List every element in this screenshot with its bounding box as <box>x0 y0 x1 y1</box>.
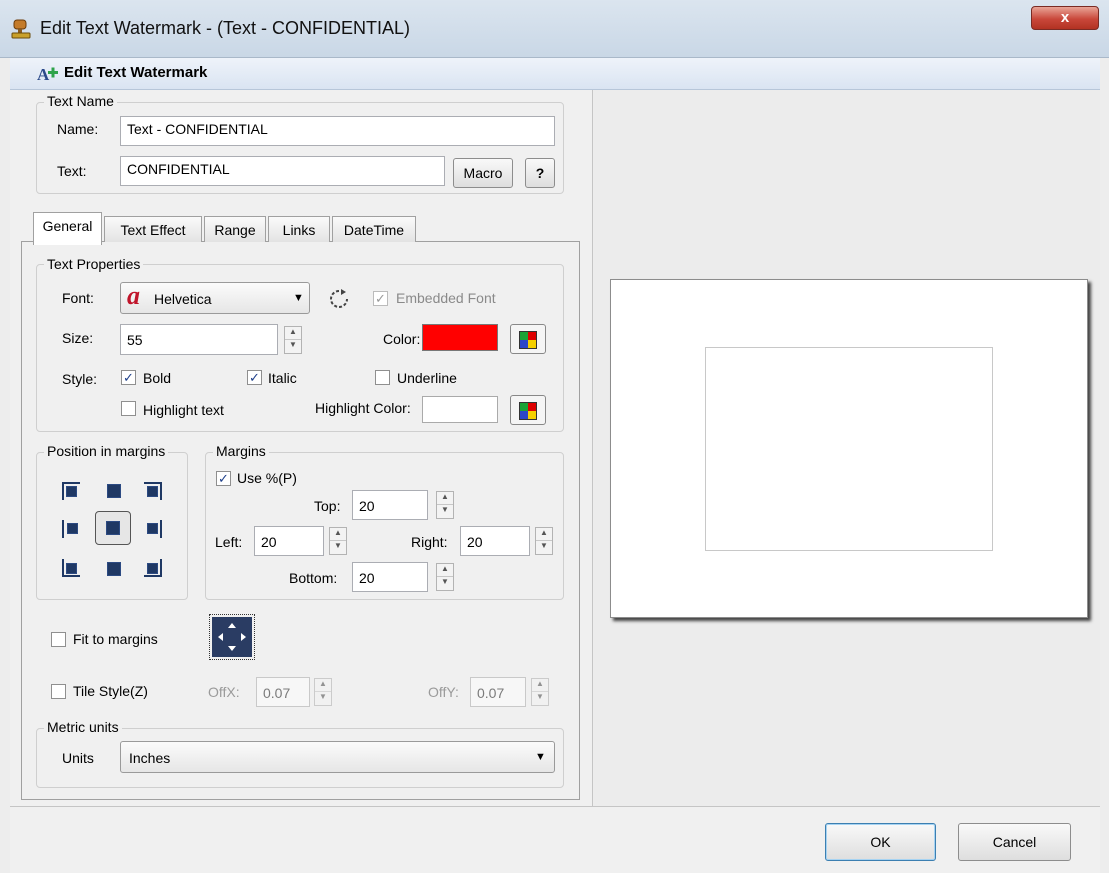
left-margin-spinner[interactable]: ▲ ▼ <box>329 527 347 555</box>
top-margin-field[interactable]: 20 <box>352 490 428 520</box>
color-picker-button[interactable] <box>510 324 546 354</box>
metric-units-group-label: Metric units <box>44 719 122 735</box>
ok-button[interactable]: OK <box>825 823 936 861</box>
text-label: Text: <box>57 163 87 179</box>
offx-field[interactable]: 0.07 <box>256 677 310 707</box>
offy-label: OffY: <box>428 684 459 700</box>
bold-checkbox[interactable]: ✓ <box>121 370 136 385</box>
name-field[interactable]: Text - CONFIDENTIAL <box>120 116 555 146</box>
use-percent-checkbox[interactable]: ✓ <box>216 471 231 486</box>
position-group-label: Position in margins <box>44 443 169 459</box>
left-margin-field[interactable]: 20 <box>254 526 324 556</box>
highlight-color-label: Highlight Color: <box>315 400 411 416</box>
top-margin-spinner[interactable]: ▲ ▼ <box>436 491 454 519</box>
right-margin-field[interactable]: 20 <box>460 526 530 556</box>
tab-text-effect[interactable]: Text Effect <box>104 216 202 242</box>
position-bottom-left[interactable] <box>62 559 80 577</box>
position-middle-left[interactable] <box>62 520 80 538</box>
top-label: Top: <box>314 498 341 514</box>
app-stamp-icon <box>10 18 32 40</box>
position-top-center[interactable] <box>107 484 121 498</box>
position-center-selected[interactable] <box>95 511 131 545</box>
margins-group-label: Margins <box>213 443 269 459</box>
right-label: Right: <box>411 534 448 550</box>
tile-style-label: Tile Style(Z) <box>73 683 148 699</box>
fit-to-margins-checkbox[interactable] <box>51 632 66 647</box>
name-label: Name: <box>57 121 99 137</box>
offx-label: OffX: <box>208 684 240 700</box>
size-label: Size: <box>62 330 94 346</box>
tab-general[interactable]: General <box>33 212 102 245</box>
right-margin-spinner[interactable]: ▲ ▼ <box>535 527 553 555</box>
expand-arrows-icon <box>212 617 252 657</box>
units-dropdown[interactable]: Inches ▼ <box>120 741 555 773</box>
font-dropdown[interactable]: a Helvetica ▼ <box>120 281 310 314</box>
underline-checkbox[interactable] <box>375 370 390 385</box>
bold-label: Bold <box>143 370 172 386</box>
offy-spinner[interactable]: ▲ ▼ <box>531 678 549 706</box>
highlight-text-label: Highlight text <box>143 402 224 418</box>
chevron-down-icon: ▼ <box>535 751 546 763</box>
highlight-color-picker-button[interactable] <box>510 395 546 425</box>
italic-checkbox[interactable]: ✓ <box>247 370 262 385</box>
tab-range[interactable]: Range <box>204 216 266 242</box>
units-value: Inches <box>129 750 171 766</box>
close-button[interactable]: x <box>1031 6 1099 30</box>
tile-style-checkbox[interactable] <box>51 684 66 699</box>
position-bottom-right[interactable] <box>144 559 162 577</box>
color-swatch[interactable] <box>422 324 498 351</box>
units-label: Units <box>62 750 94 766</box>
preview-margin-box <box>705 347 993 551</box>
fit-to-margins-label: Fit to margins <box>73 631 158 647</box>
refresh-icon[interactable] <box>327 287 351 311</box>
chevron-down-icon: ▼ <box>293 292 304 304</box>
size-spinner[interactable]: ▲ ▼ <box>284 326 302 354</box>
window-title: Edit Text Watermark - (Text - CONFIDENTI… <box>40 18 411 38</box>
position-top-left[interactable] <box>62 482 80 500</box>
highlight-text-checkbox[interactable] <box>121 401 136 416</box>
offx-spinner[interactable]: ▲ ▼ <box>314 678 332 706</box>
left-label: Left: <box>215 534 243 550</box>
text-properties-group-label: Text Properties <box>44 256 144 272</box>
close-icon: x <box>1060 9 1070 26</box>
color-grid-icon <box>519 402 537 420</box>
font-value: Helvetica <box>154 291 212 307</box>
header-title: Edit Text Watermark <box>64 64 208 81</box>
bottom-margin-spinner[interactable]: ▲ ▼ <box>436 563 454 591</box>
svg-text:A: A <box>37 65 50 84</box>
position-middle-right[interactable] <box>144 520 162 538</box>
style-label: Style: <box>62 371 98 387</box>
offy-field[interactable]: 0.07 <box>470 677 526 707</box>
bottom-label: Bottom: <box>289 570 338 586</box>
dialog-window: Edit Text Watermark - (Text - CONFIDENTI… <box>0 0 1109 873</box>
color-label: Color: <box>383 331 421 347</box>
fit-expand-button[interactable] <box>209 614 255 660</box>
italic-label: Italic <box>268 370 297 386</box>
text-field[interactable]: CONFIDENTIAL <box>120 156 445 186</box>
embedded-font-label: Embedded Font <box>396 290 496 306</box>
tab-datetime[interactable]: DateTime <box>332 216 416 242</box>
cancel-button[interactable]: Cancel <box>958 823 1071 861</box>
size-field[interactable]: 55 <box>120 324 278 355</box>
font-type-icon: a <box>127 281 140 310</box>
text-name-group-label: Text Name <box>44 93 117 109</box>
tab-links[interactable]: Links <box>268 216 330 242</box>
position-bottom-center[interactable] <box>107 562 121 576</box>
position-top-right[interactable] <box>144 482 162 500</box>
footer-bar <box>10 806 1100 873</box>
underline-label: Underline <box>397 370 457 386</box>
color-grid-icon <box>519 331 537 349</box>
highlight-color-swatch[interactable] <box>422 396 498 423</box>
help-button[interactable]: ? <box>525 158 555 188</box>
watermark-edit-icon: A <box>37 63 59 85</box>
font-label: Font: <box>62 290 94 306</box>
use-percent-label: Use %(P) <box>237 470 297 486</box>
macro-button[interactable]: Macro <box>453 158 513 188</box>
bottom-margin-field[interactable]: 20 <box>352 562 428 592</box>
embedded-font-checkbox[interactable]: ✓ <box>373 291 388 306</box>
